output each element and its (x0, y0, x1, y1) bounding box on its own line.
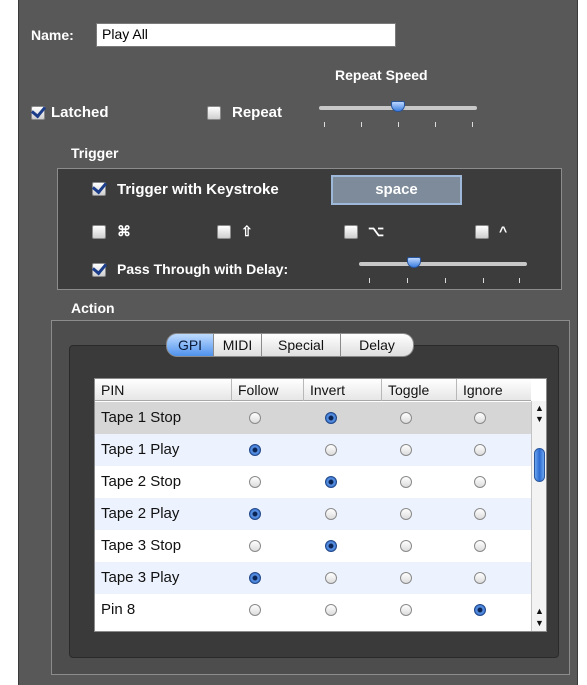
toggle-radio[interactable] (400, 412, 412, 424)
table-header: PIN Follow Invert Toggle Ignore (95, 379, 531, 401)
pin-name-cell: Tape 2 Stop (101, 473, 182, 490)
repeat-checkbox[interactable] (207, 106, 221, 120)
scroll-up-icon[interactable]: ▲ (535, 404, 544, 413)
toggle-radio[interactable] (400, 572, 412, 584)
table-scrollbar[interactable]: ▲ ▼ ▲ ▼ (531, 401, 546, 631)
ignore-radio[interactable] (474, 476, 486, 488)
ignore-radio[interactable] (474, 508, 486, 520)
column-header-pin[interactable]: PIN (95, 379, 232, 401)
trigger-title: Trigger (71, 145, 119, 161)
repeat-speed-slider[interactable] (319, 98, 479, 130)
follow-radio[interactable] (249, 540, 261, 552)
name-field[interactable]: Play All (96, 23, 396, 47)
ignore-radio[interactable] (474, 444, 486, 456)
repeat-label: Repeat (232, 104, 283, 121)
ignore-radio[interactable] (474, 572, 486, 584)
toggle-radio[interactable] (400, 540, 412, 552)
settings-panel: Name: Play All Repeat Speed Latched Repe… (18, 0, 578, 685)
trigger-keystroke-checkbox[interactable] (92, 182, 106, 196)
invert-radio[interactable] (325, 508, 337, 520)
toggle-radio[interactable] (400, 476, 412, 488)
ignore-radio[interactable] (474, 540, 486, 552)
scroll-up-icon[interactable]: ▲ (535, 607, 544, 616)
table-row[interactable]: Tape 2 Play (95, 498, 531, 530)
option-icon: ⌥ (368, 223, 385, 239)
pass-through-delay-slider[interactable] (359, 254, 529, 286)
tab-midi[interactable]: MIDI (214, 333, 262, 357)
trigger-keystroke-label: Trigger with Keystroke (117, 181, 279, 198)
table-row[interactable]: Tape 3 Play (95, 562, 531, 594)
latched-checkbox[interactable] (31, 106, 45, 120)
table-row[interactable]: Tape 1 Play (95, 434, 531, 466)
table-row[interactable]: Pin 8 (95, 594, 531, 626)
scroll-down-icon[interactable]: ▼ (535, 619, 544, 628)
latched-label: Latched (51, 104, 109, 121)
follow-radio[interactable] (249, 572, 261, 584)
toggle-radio[interactable] (400, 604, 412, 616)
invert-radio[interactable] (325, 412, 337, 424)
invert-radio[interactable] (325, 476, 337, 488)
pin-name-cell: Tape 1 Play (101, 441, 180, 458)
name-label: Name: (31, 27, 74, 43)
ignore-radio[interactable] (474, 412, 486, 424)
table-row[interactable]: Tape 2 Stop (95, 466, 531, 498)
invert-radio[interactable] (325, 540, 337, 552)
tab-gpi[interactable]: GPI (166, 333, 214, 357)
pin-name-cell: Tape 3 Play (101, 569, 180, 586)
ignore-radio[interactable] (474, 604, 486, 616)
keystroke-field[interactable]: space (331, 175, 462, 205)
column-header-toggle[interactable]: Toggle (382, 379, 457, 401)
shift-checkbox[interactable] (217, 225, 231, 239)
tab-delay[interactable]: Delay (341, 333, 414, 357)
follow-radio[interactable] (249, 444, 261, 456)
table-row[interactable]: Tape 1 Stop (95, 402, 531, 434)
table-row[interactable]: Tape 3 Stop (95, 530, 531, 562)
follow-radio[interactable] (249, 604, 261, 616)
command-checkbox[interactable] (92, 225, 106, 239)
command-icon: ⌘ (117, 223, 131, 239)
pin-name-cell: Tape 2 Play (101, 505, 180, 522)
gpi-pin-table: PIN Follow Invert Toggle Ignore Tape 1 S… (94, 378, 547, 632)
invert-radio[interactable] (325, 572, 337, 584)
shift-icon: ⇧ (241, 223, 253, 239)
column-header-follow[interactable]: Follow (232, 379, 304, 401)
pin-name-cell: Pin 8 (101, 601, 136, 618)
column-header-invert[interactable]: Invert (304, 379, 382, 401)
pass-through-slider-thumb[interactable] (407, 257, 422, 268)
pass-through-label: Pass Through with Delay: (117, 261, 289, 277)
option-checkbox[interactable] (344, 225, 358, 239)
action-title: Action (71, 300, 115, 316)
follow-radio[interactable] (249, 476, 261, 488)
column-header-ignore[interactable]: Ignore (457, 379, 531, 401)
invert-radio[interactable] (325, 444, 337, 456)
scroll-down-icon[interactable]: ▼ (535, 415, 544, 424)
repeat-speed-label: Repeat Speed (335, 67, 428, 83)
toggle-radio[interactable] (400, 508, 412, 520)
action-tabs: GPI MIDI Special Delay (166, 333, 414, 357)
invert-radio[interactable] (325, 604, 337, 616)
control-icon: ^ (499, 223, 508, 239)
toggle-radio[interactable] (400, 444, 412, 456)
follow-radio[interactable] (249, 412, 261, 424)
follow-radio[interactable] (249, 508, 261, 520)
scrollbar-thumb[interactable] (534, 448, 545, 482)
control-checkbox[interactable] (475, 225, 489, 239)
pin-name-cell: Tape 3 Stop (101, 537, 182, 554)
pin-name-cell: Tape 1 Stop (101, 409, 182, 426)
repeat-speed-slider-thumb[interactable] (391, 101, 405, 112)
tab-special[interactable]: Special (262, 333, 341, 357)
pass-through-checkbox[interactable] (92, 263, 106, 277)
